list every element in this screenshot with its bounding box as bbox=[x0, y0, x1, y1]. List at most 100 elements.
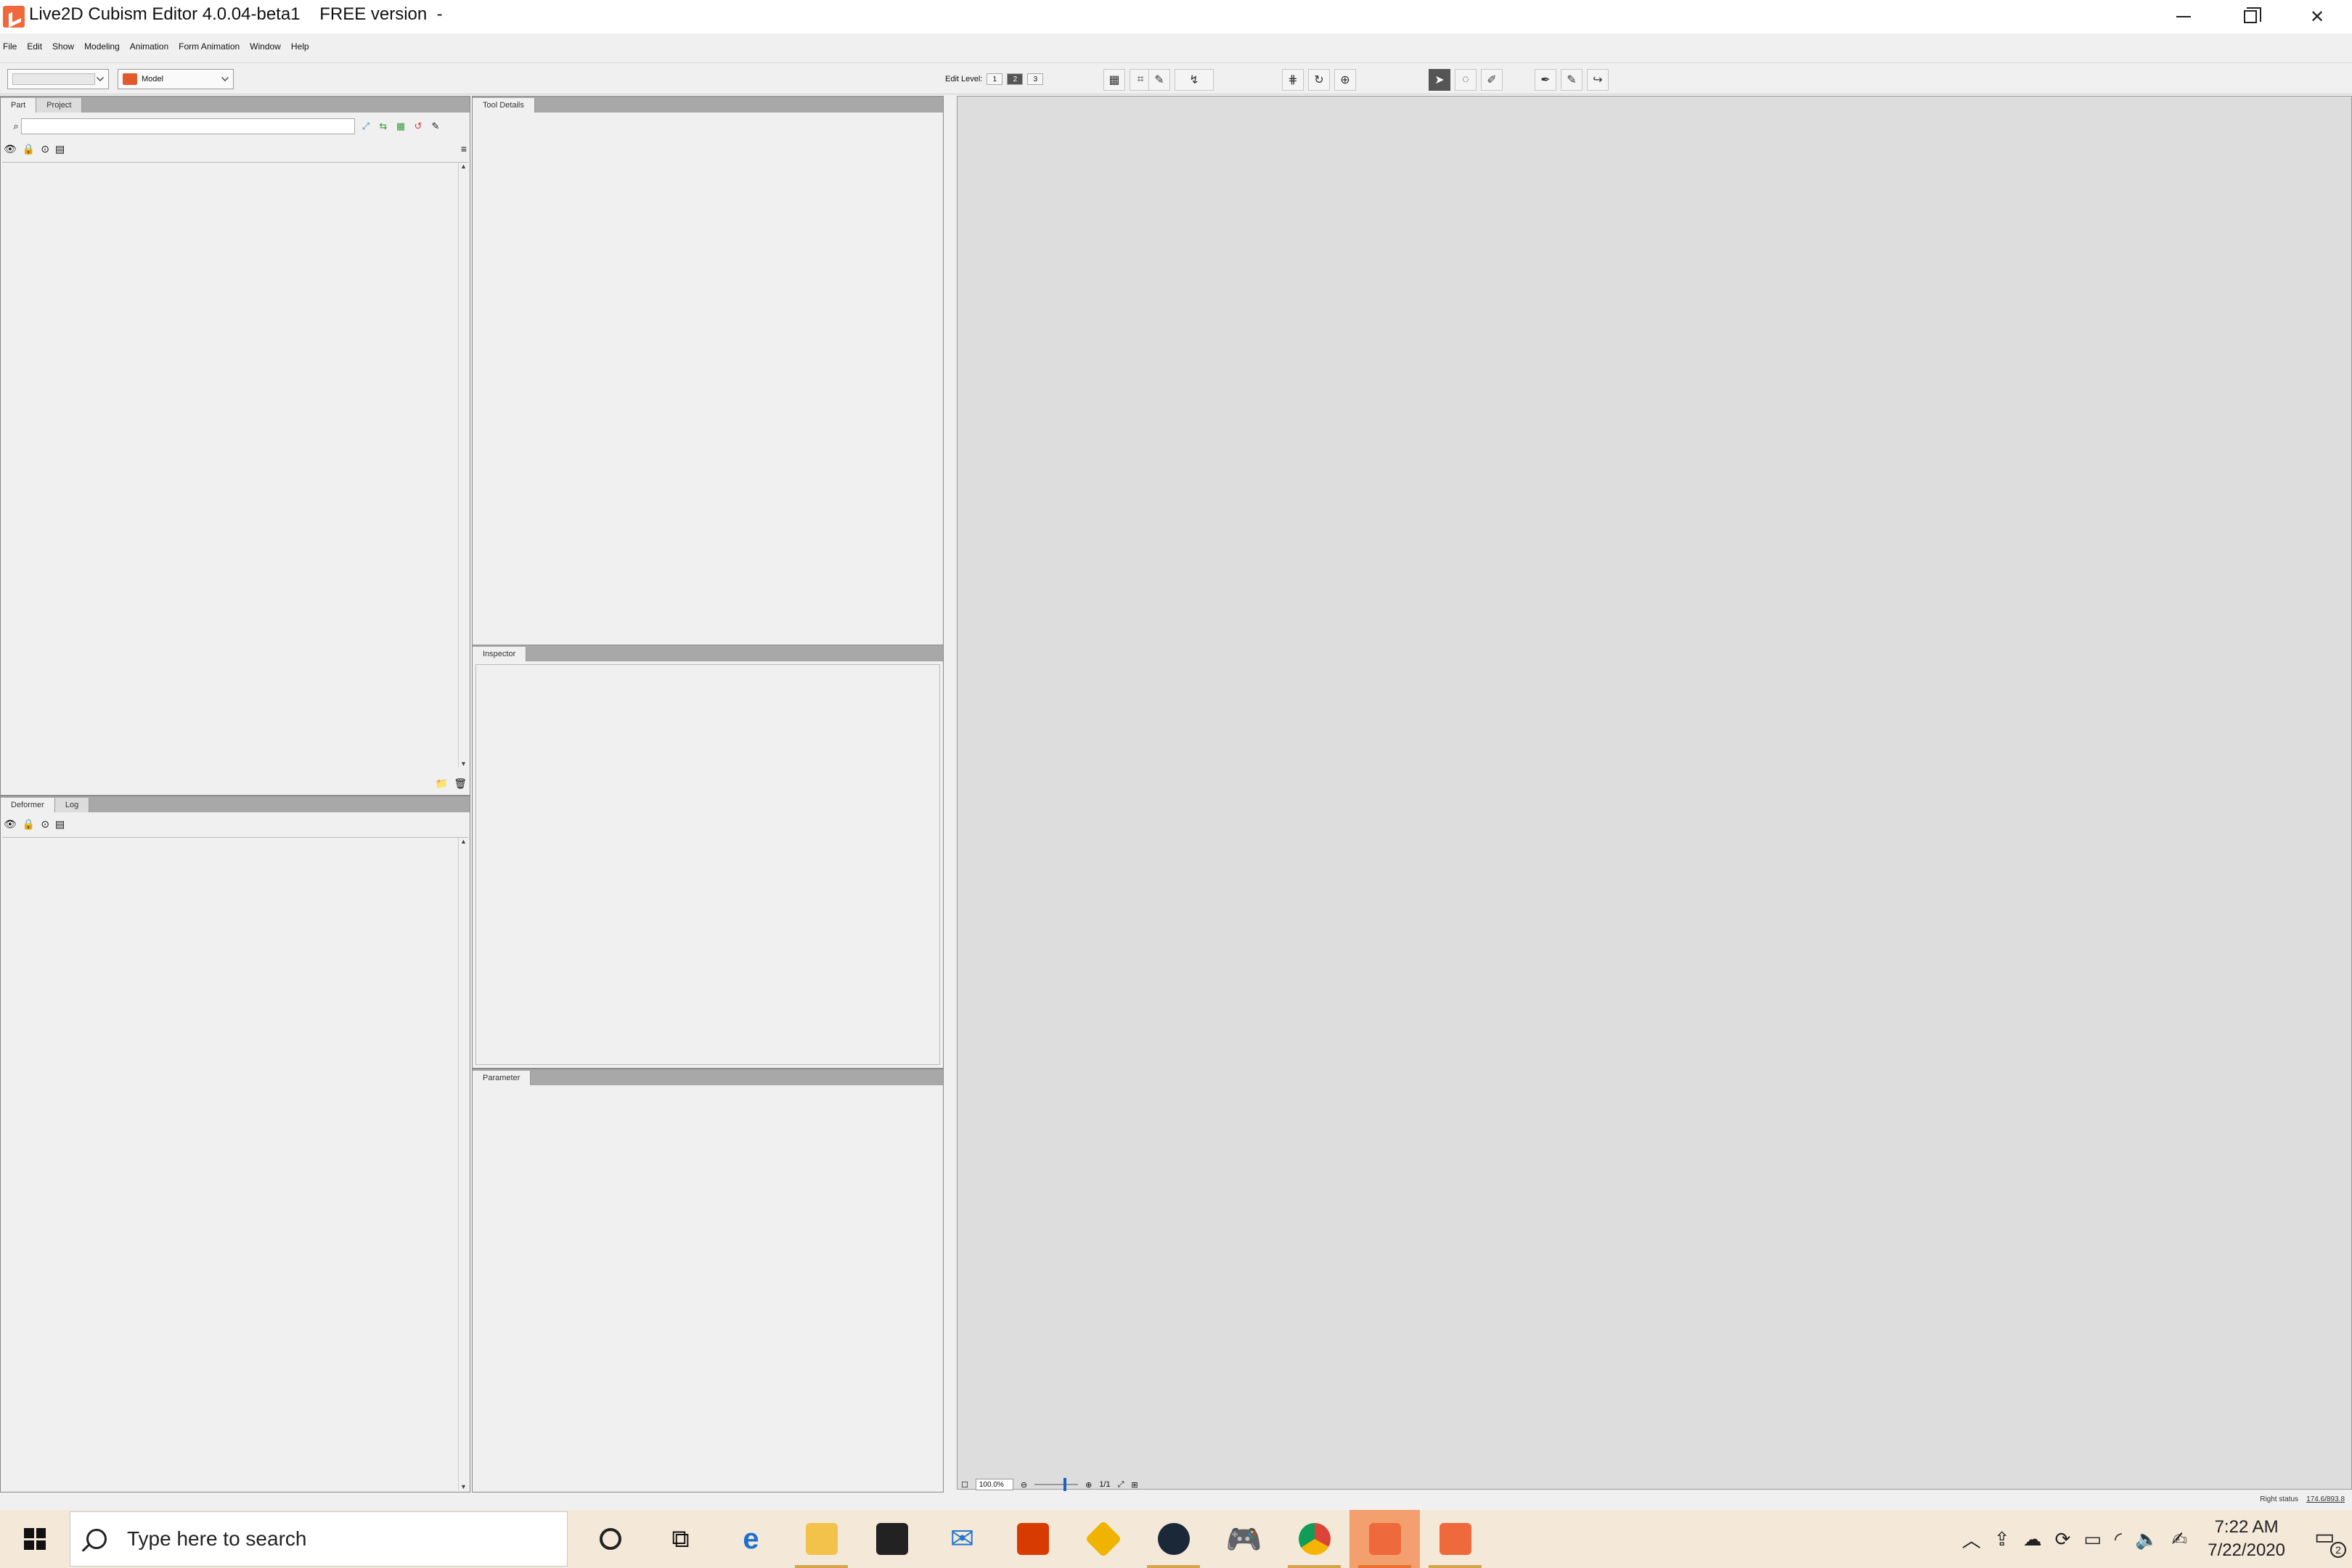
layers-icon[interactable]: ▤ bbox=[55, 143, 65, 155]
part-list[interactable]: ▲ ▼ bbox=[2, 162, 468, 767]
battery-icon[interactable]: ▭ bbox=[2083, 1528, 2102, 1551]
menu-window[interactable]: Window bbox=[250, 41, 281, 52]
tab-log[interactable]: Log bbox=[54, 798, 90, 812]
menu-icon[interactable]: ≡ bbox=[461, 143, 467, 155]
model-select[interactable]: Model bbox=[118, 69, 234, 89]
cloud-icon[interactable]: ☁ bbox=[2023, 1528, 2042, 1551]
edit-level-2[interactable]: 2 bbox=[1007, 73, 1024, 85]
arrow-select-icon[interactable]: ➤ bbox=[1429, 69, 1450, 91]
deformer-list[interactable]: ▲ ▼ bbox=[2, 837, 468, 1490]
start-button[interactable] bbox=[0, 1510, 70, 1568]
eye-icon[interactable]: 👁 bbox=[4, 818, 17, 830]
expand-icon[interactable]: ⤢ bbox=[359, 120, 372, 133]
brush-icon[interactable]: ✒ bbox=[1535, 69, 1556, 91]
menu-help[interactable]: Help bbox=[291, 41, 309, 52]
wifi-icon[interactable]: ◜ bbox=[2115, 1528, 2122, 1551]
part-search-input[interactable] bbox=[21, 118, 355, 134]
canvas-viewport[interactable] bbox=[957, 96, 2352, 1490]
pin-icon[interactable]: ✎ bbox=[429, 120, 442, 133]
menu-modeling[interactable]: Modeling bbox=[84, 41, 120, 52]
chevron-up-icon[interactable]: ︿ bbox=[1962, 1526, 1981, 1553]
model-select-value: Model bbox=[142, 75, 163, 83]
document-select-value bbox=[12, 73, 95, 85]
pen-icon[interactable]: ✍ bbox=[2171, 1528, 2187, 1551]
title-bar: Live2D Cubism Editor 4.0.04-beta1 FREE v… bbox=[0, 0, 2352, 33]
checkbox-icon[interactable]: ☐ bbox=[961, 1480, 968, 1490]
reset-icon[interactable]: ↺ bbox=[412, 120, 425, 133]
tab-deformer[interactable]: Deformer bbox=[1, 798, 55, 812]
center-icon[interactable]: ⊞ bbox=[1131, 1480, 1138, 1490]
app-icon[interactable] bbox=[1068, 1510, 1138, 1568]
lasso-icon[interactable]: ◌ bbox=[1455, 69, 1477, 91]
vertex-edit-icon[interactable]: ✎ bbox=[1148, 69, 1170, 91]
eye-icon[interactable]: 👁 bbox=[4, 143, 17, 155]
volume-icon[interactable]: 🔈 bbox=[2135, 1528, 2158, 1551]
rotation-icon[interactable]: ↻ bbox=[1308, 69, 1330, 91]
lock-icon[interactable]: 🔒 bbox=[23, 818, 35, 830]
grid-icon[interactable]: ▦ bbox=[394, 120, 407, 133]
warp-grid-icon[interactable]: ⋕ bbox=[1282, 69, 1304, 91]
store-icon[interactable] bbox=[857, 1510, 927, 1568]
fit-icon[interactable]: ⤢ bbox=[1118, 1480, 1124, 1490]
clock-date: 7/22/2020 bbox=[2208, 1540, 2285, 1560]
menu-file[interactable]: File bbox=[3, 41, 17, 52]
menu-animation[interactable]: Animation bbox=[130, 41, 168, 52]
steam-icon[interactable] bbox=[1138, 1510, 1209, 1568]
brush-select-icon[interactable]: ✐ bbox=[1481, 69, 1503, 91]
notification-icon[interactable]: ▭ 2 bbox=[2314, 1524, 2346, 1558]
glue-icon[interactable]: ⊕ bbox=[1334, 69, 1356, 91]
deformer-panel: Deformer Log 👁 🔒 ⊙ ▤ ▲ ▼ bbox=[0, 796, 470, 1493]
menu-edit[interactable]: Edit bbox=[27, 41, 42, 52]
deformer-tabstrip: Deformer Log bbox=[1, 796, 470, 812]
live2d-taskbar-icon-2[interactable] bbox=[1420, 1510, 1490, 1568]
zoom-out-icon[interactable]: ⊖ bbox=[1021, 1480, 1027, 1490]
menu-show[interactable]: Show bbox=[52, 41, 74, 52]
record-icon[interactable]: ⊙ bbox=[41, 143, 49, 155]
pen-icon[interactable]: ✎ bbox=[1561, 69, 1583, 91]
clock[interactable]: 7:22 AM 7/22/2020 bbox=[2208, 1516, 2285, 1562]
office-icon[interactable] bbox=[997, 1510, 1068, 1568]
edit-level-1[interactable]: 1 bbox=[987, 73, 1003, 85]
zoom-in-icon[interactable]: ⊕ bbox=[1085, 1480, 1092, 1490]
upload-icon[interactable]: ⇪ bbox=[1994, 1528, 2010, 1551]
search-icon: ⌕ bbox=[13, 121, 19, 131]
zoom-input[interactable]: 100.0% bbox=[975, 1479, 1013, 1490]
cortana-icon[interactable] bbox=[575, 1510, 645, 1568]
part-scrollbar[interactable]: ▲ ▼ bbox=[458, 163, 468, 767]
tab-project[interactable]: Project bbox=[36, 98, 83, 113]
new-folder-icon[interactable]: 📁 bbox=[436, 777, 448, 790]
auto-mesh-icon[interactable]: ▦ bbox=[1103, 69, 1125, 91]
edit-level-3[interactable]: 3 bbox=[1027, 73, 1044, 85]
chrome-icon[interactable] bbox=[1279, 1510, 1349, 1568]
tab-parameter[interactable]: Parameter bbox=[473, 1071, 531, 1085]
update-icon[interactable]: ⟳ bbox=[2055, 1528, 2071, 1551]
deformer-scrollbar[interactable]: ▲ ▼ bbox=[458, 838, 468, 1490]
layers-icon[interactable]: ▤ bbox=[55, 818, 65, 830]
tab-part[interactable]: Part bbox=[1, 98, 37, 113]
link-icon[interactable]: ⇆ bbox=[377, 120, 390, 133]
ratio-button[interactable]: 1/1 bbox=[1099, 1480, 1110, 1489]
taskbar: Type here to search ⧉ e ✉ 🎮 ︿ ⇪ ☁ ⟳ ▭ ◜ … bbox=[0, 1510, 2352, 1568]
tab-tool-details[interactable]: Tool Details bbox=[473, 98, 535, 113]
task-view-icon[interactable]: ⧉ bbox=[645, 1510, 716, 1568]
edge-icon[interactable]: e bbox=[716, 1510, 786, 1568]
live2d-taskbar-icon[interactable] bbox=[1349, 1510, 1420, 1568]
auto-vertex-icon[interactable]: ↯ bbox=[1175, 69, 1214, 91]
zoom-slider[interactable] bbox=[1034, 1478, 1079, 1491]
trash-icon[interactable]: 🗑 bbox=[454, 777, 467, 790]
tool-details-panel: Tool Details bbox=[472, 96, 944, 646]
chevron-down-icon bbox=[221, 74, 229, 81]
curve-icon[interactable]: ↪ bbox=[1587, 69, 1609, 91]
mail-icon[interactable]: ✉ bbox=[927, 1510, 997, 1568]
document-select[interactable] bbox=[7, 69, 109, 89]
taskbar-search[interactable]: Type here to search bbox=[70, 1511, 568, 1567]
record-icon[interactable]: ⊙ bbox=[41, 818, 49, 830]
lock-icon[interactable]: 🔒 bbox=[23, 143, 35, 155]
tab-inspector[interactable]: Inspector bbox=[473, 647, 527, 661]
restore-button[interactable] bbox=[2217, 0, 2284, 33]
gamepad-icon[interactable]: 🎮 bbox=[1209, 1510, 1279, 1568]
minimize-button[interactable] bbox=[2150, 0, 2217, 33]
file-explorer-icon[interactable] bbox=[786, 1510, 857, 1568]
menu-form-animation[interactable]: Form Animation bbox=[179, 41, 240, 52]
close-button[interactable]: ✕ bbox=[2284, 0, 2351, 33]
